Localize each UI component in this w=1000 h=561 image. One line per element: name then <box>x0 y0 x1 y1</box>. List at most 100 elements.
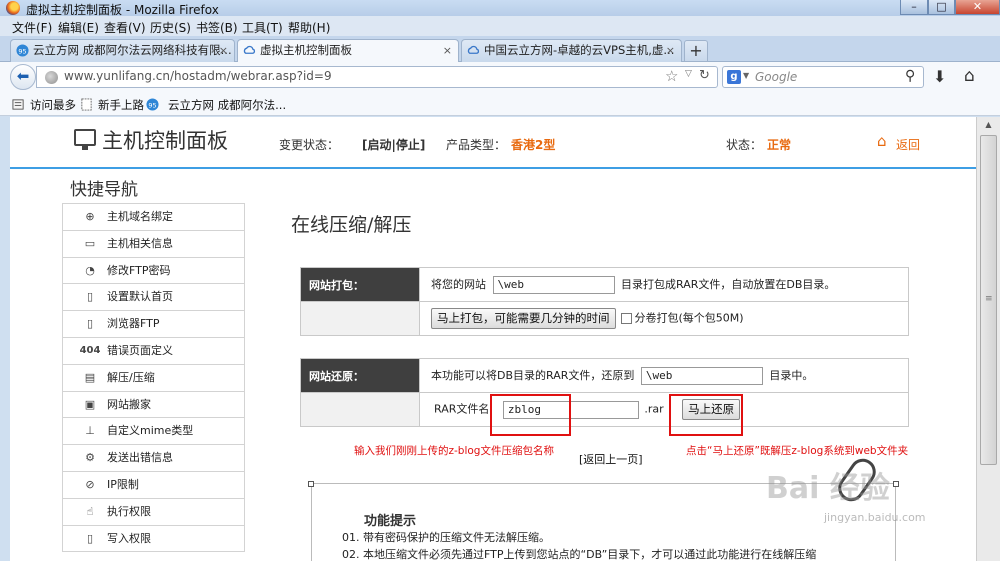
sidebar-item-label: 设置默认首页 <box>107 290 173 304</box>
menu-bookmarks[interactable]: 书签(B) <box>196 19 238 36</box>
sidebar-item-browser-ftp[interactable]: ▯ 浏览器FTP <box>63 311 244 338</box>
page-viewport: 主机控制面板 变更状态： [启动|停止] 产品类型： 香港2型 状态： 正常 ⌂… <box>10 117 976 561</box>
annotation-left: 输入我们刚刚上传的z-blog文件压缩包名称 <box>354 445 554 457</box>
sidebar-item-domain-binding[interactable]: ⊕ 主机域名绑定 <box>63 204 244 231</box>
engine-dropdown-icon[interactable]: ▼ <box>743 71 749 80</box>
pack-label: 网站打包： <box>300 267 420 302</box>
grip-icon: ≡ <box>985 294 993 304</box>
bookmark-label: 云立方网 成都阿尔法... <box>168 98 287 112</box>
close-icon[interactable]: ✕ <box>955 0 1000 15</box>
back-button[interactable]: ⬅ <box>10 64 36 90</box>
sidebar-item-host-info[interactable]: ▭ 主机相关信息 <box>63 230 244 258</box>
split-archive-checkbox[interactable] <box>620 313 632 324</box>
page-header: 主机控制面板 变更状态： [启动|停止] 产品类型： 香港2型 状态： 正常 ⌂… <box>10 117 976 169</box>
menu-tools[interactable]: 工具(T) <box>242 19 283 36</box>
tab-close-icon[interactable]: × <box>666 40 675 61</box>
maximize-icon[interactable]: □ <box>928 0 955 15</box>
restore-label: 网站还原： <box>300 358 420 393</box>
document-icon: ▯ <box>86 290 94 304</box>
history-dropdown-icon[interactable]: ▽ <box>685 69 692 79</box>
back-page-link[interactable]: [返回上一页] <box>579 451 643 467</box>
document-icon: ▯ <box>86 531 94 545</box>
tab-close-icon[interactable]: × <box>443 40 452 61</box>
reload-icon[interactable]: ↻ <box>699 68 710 83</box>
url-bar[interactable]: www.yunlifang.cn/hostadm/webrar.asp?id=9… <box>36 66 718 88</box>
gauge-icon: ◔ <box>85 263 95 277</box>
google-icon[interactable]: g <box>727 70 741 84</box>
bookmark-most-visited[interactable]: 访问最多 <box>12 97 76 113</box>
download-icon[interactable]: ⬇ <box>933 67 946 86</box>
scrollbar-thumb[interactable]: ≡ <box>980 135 997 465</box>
sidebar-item-ip-limit[interactable]: ⊘ IP限制 <box>63 471 244 499</box>
pack-path-input[interactable]: \web <box>492 275 615 294</box>
menu-edit[interactable]: 编辑(E) <box>58 19 99 36</box>
tab-label: 中国云立方网-卓越的云VPS主机,虚... <box>484 43 675 57</box>
sidebar-item-label: 执行权限 <box>107 504 151 518</box>
truck-icon: ▣ <box>84 397 96 411</box>
error-404-icon: 404 <box>79 344 101 356</box>
sidebar-item-ftp-password[interactable]: ◔ 修改FTP密码 <box>63 257 244 285</box>
site-favicon-icon: 95 <box>16 44 29 57</box>
tab-yunlifang[interactable]: 95 云立方网 成都阿尔法云网络科技有限... × <box>10 39 235 62</box>
sidebar-item-default-page[interactable]: ▯ 设置默认首页 <box>63 284 244 312</box>
pack-now-button[interactable]: 马上打包，可能需要几分钟的时间 <box>431 308 616 329</box>
tab-close-icon[interactable]: × <box>219 40 228 61</box>
tips-line-1: 01. 带有密码保护的压缩文件无法解压缩。 <box>342 531 550 544</box>
sidebar-item-label: 主机相关信息 <box>107 236 173 250</box>
sidebar-item-label: 浏览器FTP <box>107 317 160 331</box>
product-type-label: 产品类型： <box>446 138 507 152</box>
sidebar-item-write-permission[interactable]: ▯ 写入权限 <box>63 525 244 553</box>
site-favicon-icon: 95 <box>146 98 159 111</box>
home-outline-icon[interactable]: ⌂ <box>877 132 887 150</box>
bookmark-getting-started[interactable]: 新手上路 <box>80 97 144 113</box>
cloud-favicon-icon <box>243 45 256 54</box>
baidu-watermark: Bai 经验 jingyan.baidu.com <box>766 453 971 559</box>
sidebar-item-label: IP限制 <box>107 477 139 491</box>
sidebar-item-mime[interactable]: ⊥ 自定义mime类型 <box>63 418 244 446</box>
url-text[interactable]: www.yunlifang.cn/hostadm/webrar.asp?id=9 <box>64 69 332 83</box>
rar-extension: .rar <box>644 402 664 416</box>
tab-control-panel[interactable]: 虚拟主机控制面板 × <box>237 39 459 63</box>
status-value: 正常 <box>767 138 792 152</box>
sidebar-item-archive[interactable]: ▤ 解压/压缩 <box>63 364 244 392</box>
change-status-label: 变更状态： <box>279 138 340 152</box>
sidebar-item-error-pages[interactable]: 404 错误页面定义 <box>63 337 244 365</box>
menu-file[interactable]: 文件(F) <box>12 19 52 36</box>
sidebar-title: 快捷导航 <box>70 180 138 200</box>
home-icon[interactable]: ⌂ <box>964 66 975 86</box>
menu-bar: 文件(F) 编辑(E) 查看(V) 历史(S) 书签(B) 工具(T) 帮助(H… <box>0 16 1000 36</box>
new-tab-button[interactable]: + <box>684 40 708 62</box>
scroll-up-icon[interactable]: ▲ <box>977 117 1000 133</box>
sidebar-item-site-move[interactable]: ▣ 网站搬家 <box>63 391 244 419</box>
tab-label: 云立方网 成都阿尔法云网络科技有限... <box>33 43 232 57</box>
tab-china-yunlifang[interactable]: 中国云立方网-卓越的云VPS主机,虚... × <box>461 39 682 62</box>
tips-title: 功能提示 <box>364 514 417 529</box>
monitor-icon: ▭ <box>84 236 96 250</box>
firefox-logo-icon <box>6 1 20 15</box>
pack-text-after: 目录打包成RAR文件，自动放置在DB目录。 <box>621 277 836 291</box>
restore-row: 本功能可以将DB目录的RAR文件，还原到 \web 目录中。 <box>419 358 909 393</box>
bookmark-label: 新手上路 <box>98 98 144 112</box>
tab-strip: 95 云立方网 成都阿尔法云网络科技有限... × 虚拟主机控制面板 × 中国云… <box>0 36 1000 63</box>
bookmark-yunlifang[interactable]: 95 云立方网 成都阿尔法... <box>146 97 286 113</box>
globe-link-icon: ⊕ <box>85 210 95 223</box>
sidebar-item-error-report[interactable]: ⚙ 发送出错信息 <box>63 445 244 472</box>
window-titlebar: 虚拟主机控制面板 - Mozilla Firefox – □ ✕ <box>0 0 1000 17</box>
navigation-bar: www.yunlifang.cn/hostadm/webrar.asp?id=9… <box>0 62 1000 92</box>
vertical-scrollbar[interactable]: ▲ ≡ <box>976 117 1000 561</box>
page-icon <box>81 98 92 111</box>
svg-text:95: 95 <box>148 101 156 109</box>
menu-view[interactable]: 查看(V) <box>104 19 146 36</box>
sidebar-item-exec-permission[interactable]: ☝ 执行权限 <box>63 498 244 526</box>
search-box[interactable]: g ▼ Google ⚲ <box>722 66 924 88</box>
restore-path-input[interactable]: \web <box>640 366 763 385</box>
return-link[interactable]: 返回 <box>896 136 920 153</box>
menu-history[interactable]: 历史(S) <box>150 19 191 36</box>
bookmark-star-icon[interactable]: ☆ <box>665 67 678 85</box>
sidebar-item-label: 错误页面定义 <box>107 343 173 357</box>
menu-help[interactable]: 帮助(H) <box>288 19 330 36</box>
minimize-icon[interactable]: – <box>900 0 928 15</box>
search-icon[interactable]: ⚲ <box>905 68 915 84</box>
search-input[interactable]: Google <box>755 70 797 84</box>
start-stop-link[interactable]: [启动|停止] <box>362 136 425 153</box>
